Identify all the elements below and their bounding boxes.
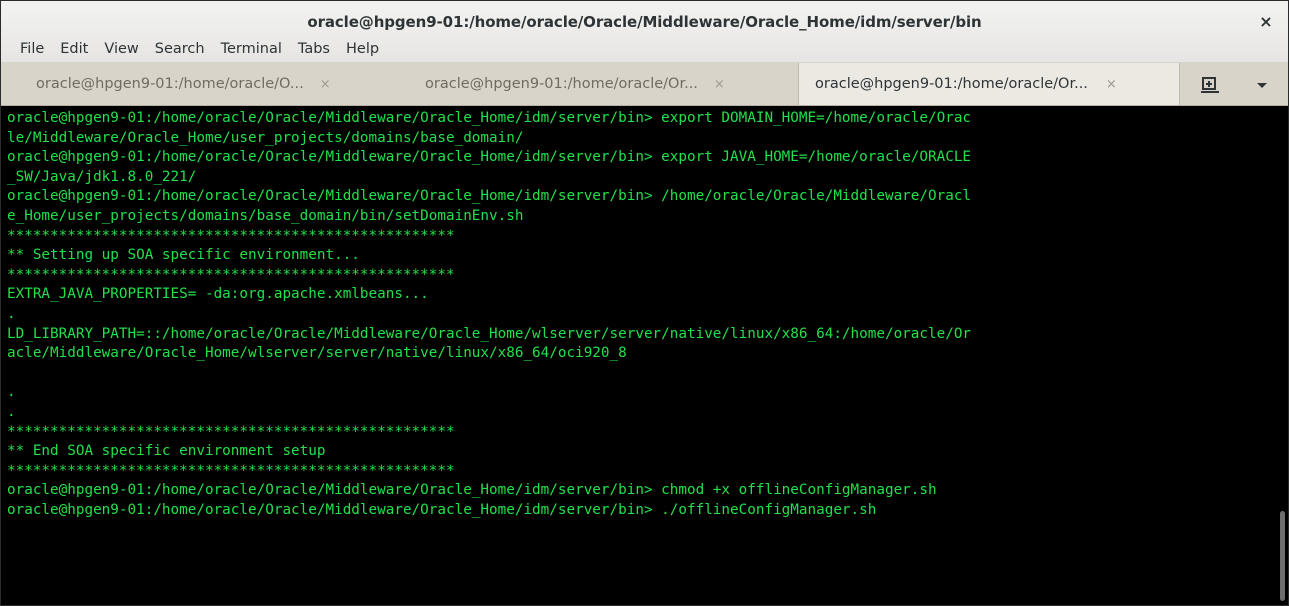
terminal-line: . xyxy=(7,384,16,401)
terminal-tab-2[interactable]: oracle@hpgen9-01:/home/oracle/Or... × xyxy=(397,63,793,105)
terminal-window: oracle@hpgen9-01:/home/oracle/Oracle/Mid… xyxy=(0,0,1289,606)
terminal-line: ** End SOA specific environment setup xyxy=(7,443,326,460)
tab-label: oracle@hpgen9-01:/home/oracle/Or... xyxy=(425,76,698,92)
title-bar[interactable]: oracle@hpgen9-01:/home/oracle/Oracle/Mid… xyxy=(1,1,1288,63)
terminal-line: le/Middleware/Oracle_Home/user_projects/… xyxy=(7,129,524,146)
terminal-line: LD_LIBRARY_PATH=::/home/oracle/Oracle/Mi… xyxy=(7,325,972,342)
tabs-dropdown-button[interactable] xyxy=(1251,74,1273,96)
menu-tabs[interactable]: Tabs xyxy=(290,41,338,57)
tab-close-button[interactable]: × xyxy=(320,77,331,92)
close-window-button[interactable]: × xyxy=(1256,12,1276,32)
new-tab-icon xyxy=(1201,77,1219,93)
chevron-down-icon xyxy=(1257,83,1267,88)
terminal-line: . xyxy=(7,305,16,322)
terminal-line: ****************************************… xyxy=(7,266,455,283)
terminal-line: ** Setting up SOA specific environment..… xyxy=(7,247,360,264)
terminal-output[interactable]: oracle@hpgen9-01:/home/oracle/Oracle/Mid… xyxy=(1,106,1288,605)
terminal-line: oracle@hpgen9-01:/home/oracle/Oracle/Mid… xyxy=(7,110,972,126)
terminal-line: ****************************************… xyxy=(7,462,455,479)
menu-file[interactable]: File xyxy=(11,41,52,57)
terminal-line: oracle@hpgen9-01:/home/oracle/Oracle/Mid… xyxy=(7,482,937,499)
terminal-line: _SW/Java/jdk1.8.0_221/ xyxy=(7,168,197,185)
terminal-tab-1[interactable]: oracle@hpgen9-01:/home/oracle/O... × xyxy=(1,63,396,105)
tab-close-button[interactable]: × xyxy=(714,77,725,92)
terminal-line: . xyxy=(7,403,16,420)
terminal-line: ****************************************… xyxy=(7,423,455,440)
tab-label: oracle@hpgen9-01:/home/oracle/Or... xyxy=(815,76,1088,92)
terminal-tab-3-active[interactable]: oracle@hpgen9-01:/home/oracle/Or... × xyxy=(798,63,1180,105)
terminal-line: oracle@hpgen9-01:/home/oracle/Oracle/Mid… xyxy=(7,188,972,205)
menu-help[interactable]: Help xyxy=(338,41,387,57)
menu-view[interactable]: View xyxy=(96,41,146,57)
menu-edit[interactable]: Edit xyxy=(52,41,96,57)
terminal-scrollbar[interactable] xyxy=(1280,511,1285,601)
menu-bar: File Edit View Search Terminal Tabs Help xyxy=(1,35,387,63)
tab-close-button[interactable]: × xyxy=(1106,77,1117,92)
terminal-line: oracle@hpgen9-01:/home/oracle/Oracle/Mid… xyxy=(7,149,972,166)
terminal-line: EXTRA_JAVA_PROPERTIES= -da:org.apache.xm… xyxy=(7,286,429,303)
terminal-line: e_Home/user_projects/domains/base_domain… xyxy=(7,207,524,224)
terminal-line: acle/Middleware/Oracle_Home/wlserver/ser… xyxy=(7,345,627,362)
tab-label: oracle@hpgen9-01:/home/oracle/O... xyxy=(36,76,304,92)
terminal-line: oracle@hpgen9-01:/home/oracle/Oracle/Mid… xyxy=(7,501,877,518)
menu-terminal[interactable]: Terminal xyxy=(213,41,290,57)
tab-bar: oracle@hpgen9-01:/home/oracle/O... × ora… xyxy=(1,63,1288,106)
new-tab-button[interactable] xyxy=(1199,74,1221,96)
terminal-line: ****************************************… xyxy=(7,227,455,244)
menu-search[interactable]: Search xyxy=(147,41,213,57)
terminal-text: oracle@hpgen9-01:/home/oracle/Oracle/Mid… xyxy=(7,109,1273,520)
window-title: oracle@hpgen9-01:/home/oracle/Oracle/Mid… xyxy=(307,13,982,31)
